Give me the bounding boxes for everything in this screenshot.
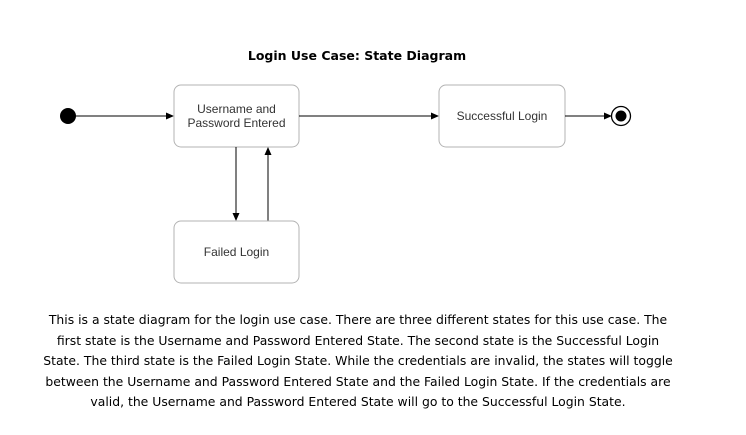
state-username-password-entered[interactable]: Username and Password Entered — [173, 84, 300, 148]
initial-state-node — [60, 108, 76, 124]
state-failed-login[interactable]: Failed Login — [173, 220, 300, 284]
state-failed-login-label: Failed Login — [204, 245, 269, 259]
state-successful-login-label: Successful Login — [457, 109, 548, 123]
state-diagram: Username and Password Entered Successful… — [60, 84, 632, 284]
final-state-node — [610, 105, 632, 127]
state-username-password-entered-label-line2: Password Entered — [187, 116, 285, 130]
state-successful-login[interactable]: Successful Login — [438, 84, 566, 148]
diagram-description: This is a state diagram for the login us… — [43, 312, 673, 410]
state-username-password-entered-label-line1: Username and — [197, 102, 276, 116]
